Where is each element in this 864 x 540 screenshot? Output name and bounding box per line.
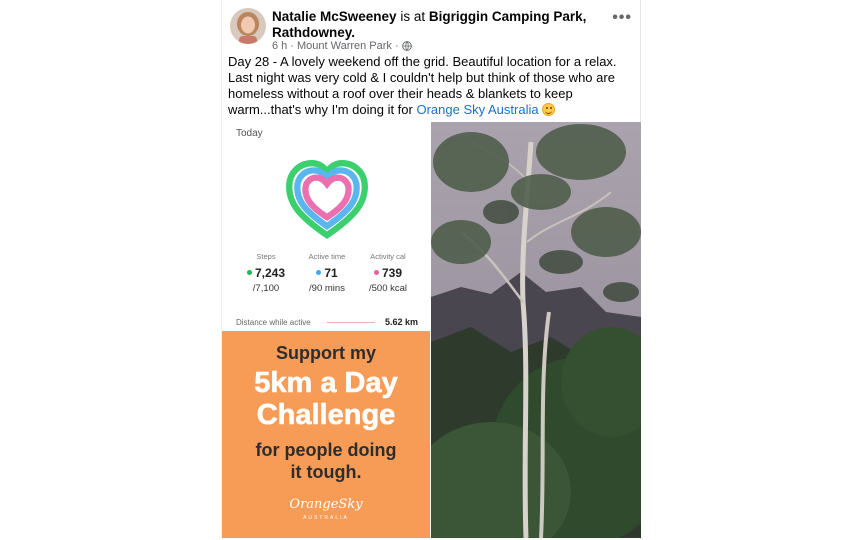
promo-line-2: 5km a Day <box>254 367 398 400</box>
facebook-post: Natalie McSweeney is at Bigriggin Campin… <box>221 0 641 540</box>
active-time-value-row: 71 <box>297 266 357 280</box>
place-suffix: . <box>351 25 356 40</box>
promo-line-3: Challenge <box>256 399 396 432</box>
steps-icon <box>246 270 252 275</box>
active-time-stat: Active time 71 /90 mins <box>297 252 357 294</box>
health-summary-image[interactable]: Today Steps 7,243 /7,100 Active time 71 … <box>222 122 430 330</box>
active-time-icon <box>316 270 322 275</box>
steps-value-row: 7,243 <box>236 266 296 280</box>
author-name-link[interactable]: Natalie McSweeney <box>272 9 397 24</box>
more-options-icon[interactable]: ••• <box>612 9 632 27</box>
active-time-goal: /90 mins <box>309 283 345 294</box>
promo-line-1: Support my <box>275 343 376 363</box>
post-text: Day 28 - A lovely weekend off the grid. … <box>228 54 628 118</box>
promo-line-5: it tough. <box>290 462 362 482</box>
avatar[interactable] <box>230 8 266 44</box>
activity-cal-goal: /500 kcal <box>368 283 408 294</box>
activity-heart-icon <box>286 160 368 240</box>
smiling-face-emoji <box>542 103 556 116</box>
orange-sky-logo: OrangeSky <box>289 497 363 512</box>
promo-line-4: for people doing <box>255 440 397 460</box>
activity-cal-value: 739 <box>381 266 403 280</box>
author-connector: is at <box>396 9 429 24</box>
distance-divider <box>327 322 375 323</box>
post-location[interactable]: Mount Warren Park <box>297 40 392 52</box>
flame-icon <box>373 270 379 275</box>
landscape-photo[interactable] <box>431 122 641 538</box>
today-label: Today <box>236 128 263 139</box>
activity-cal-label: Activity cal <box>370 252 406 261</box>
orange-sky-logo-sub: AUSTRALIA <box>303 515 349 521</box>
challenge-promo-image[interactable]: Support my 5km a Day Challenge for peopl… <box>222 331 430 538</box>
distance-label: Distance while active <box>236 318 311 327</box>
meta-separator: · <box>290 40 294 52</box>
steps-label: Steps <box>256 252 276 261</box>
active-time-value: 71 <box>324 266 338 280</box>
post-header: Natalie McSweeney is at Bigriggin Campin… <box>222 0 642 56</box>
post-time[interactable]: 6 h <box>272 40 287 52</box>
orange-sky-link[interactable]: Orange Sky Australia <box>416 102 538 117</box>
post-meta: 6 h · Mount Warren Park · <box>272 40 412 52</box>
steps-value: 7,243 <box>254 266 286 280</box>
author-line: Natalie McSweeney is at Bigriggin Campin… <box>272 9 602 41</box>
steps-stat: Steps 7,243 /7,100 <box>236 252 296 294</box>
globe-icon[interactable] <box>401 41 412 51</box>
avatar-photo <box>230 8 266 44</box>
activity-cal-stat: Activity cal 739 /500 kcal <box>358 252 418 294</box>
steps-goal: /7,100 <box>252 283 280 294</box>
distance-value: 5.62 km <box>384 317 418 327</box>
active-time-label: Active time <box>308 252 346 261</box>
meta-separator-2: · <box>394 40 399 52</box>
trees-mountain-photo <box>431 122 641 538</box>
activity-cal-value-row: 739 <box>358 266 418 280</box>
